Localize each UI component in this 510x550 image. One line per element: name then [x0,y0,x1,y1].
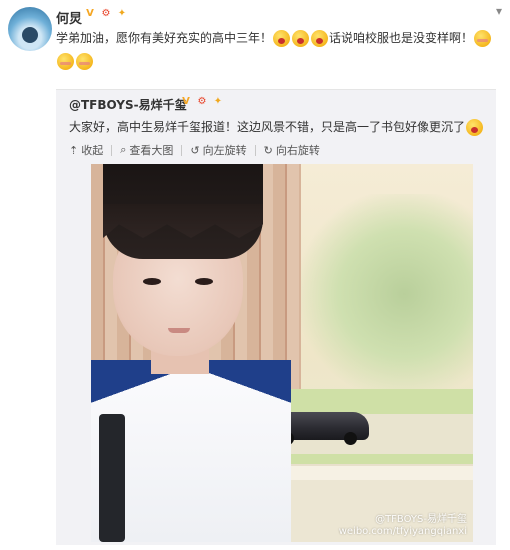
divider [181,144,183,156]
collapse-icon: ⇡ [69,143,79,157]
rotate-right-label: 向右旋转 [275,144,320,157]
repost-card: @TFBOYS-易烊千玺 V ⚙ ✦ 大家好，高中生易烊千玺报道！这边风景不错，… [56,89,496,545]
repost-text-body: 大家好，高中生易烊千玺报道！这边风景不错，只是高一了书包好像更沉了 [69,120,466,134]
emoji-icon [76,53,93,70]
photo-watermark: @TFBOYS-易烊千玺 weibo.com/tfyiyangqianxi [339,514,467,538]
emoji-icon [466,119,484,136]
image-toolbar: ⇡ 收起 ⌕ 查看大图 ↺ 向左旋转 ↻ 向右旋转 [69,142,320,158]
rotate-left-icon: ↺ [190,143,200,157]
rotate-right-icon: ↻ [263,143,273,157]
post-photo[interactable]: @TFBOYS-易烊千玺 weibo.com/tfyiyangqianxi [91,164,473,542]
divider [254,144,256,156]
emoji-icon [57,53,74,70]
collapse-label: 收起 [81,144,104,157]
post-text: 学弟加油，愿你有美好充实的高中三年！ 话说咱校服也是没变样啊！ [56,29,496,47]
repost-text: 大家好，高中生易烊千玺报道！这边风景不错，只是高一了书包好像更沉了 [69,118,489,136]
photo-eye [195,278,213,285]
divider [111,144,113,156]
star-badge-icon[interactable]: ✦ [115,7,129,21]
rotate-right-button[interactable]: ↻ 向右旋转 [264,142,320,158]
view-large-button[interactable]: ⌕ 查看大图 [120,142,173,158]
photo-trees [301,194,473,394]
repost-author-badges: V ⚙ ✦ [179,95,225,109]
author-badges: V ⚙ ✦ [83,7,129,21]
post-text-main: 学弟加油，愿你有美好充实的高中三年！ [56,31,273,45]
emoji-icon [311,30,329,47]
magnifier-icon: ⌕ [120,143,127,156]
repost-author-name[interactable]: @TFBOYS-易烊千玺 [69,96,187,113]
member-badge-icon[interactable]: ⚙ [99,7,113,21]
emoji-icon [273,30,291,47]
collapse-button[interactable]: ⇡ 收起 [69,142,103,158]
rotate-left-button[interactable]: ↺ 向左旋转 [190,142,246,158]
emoji-icon [474,30,492,47]
chevron-down-icon[interactable]: ▾ [496,4,502,18]
watermark-handle: @TFBOYS-易烊千玺 [375,514,467,525]
watermark-url: weibo.com/tfyiyangqianxi [338,526,467,537]
photo-person [91,164,291,542]
photo-eye [143,278,161,285]
verified-badge-icon[interactable]: V [179,95,193,109]
photo-mouth [168,328,190,333]
view-large-label: 查看大图 [129,144,174,157]
avatar[interactable] [8,7,52,51]
emoji-icon [292,30,310,47]
verified-badge-icon[interactable]: V [83,7,97,21]
emoji-row [56,51,94,70]
post-text-after: 话说咱校服也是没变样啊！ [329,31,474,45]
photo-backpack-strap [99,414,125,542]
star-badge-icon[interactable]: ✦ [211,95,225,109]
rotate-left-label: 向左旋转 [202,144,247,157]
post-author-name[interactable]: 何炅 [56,8,82,27]
member-badge-icon[interactable]: ⚙ [195,95,209,109]
